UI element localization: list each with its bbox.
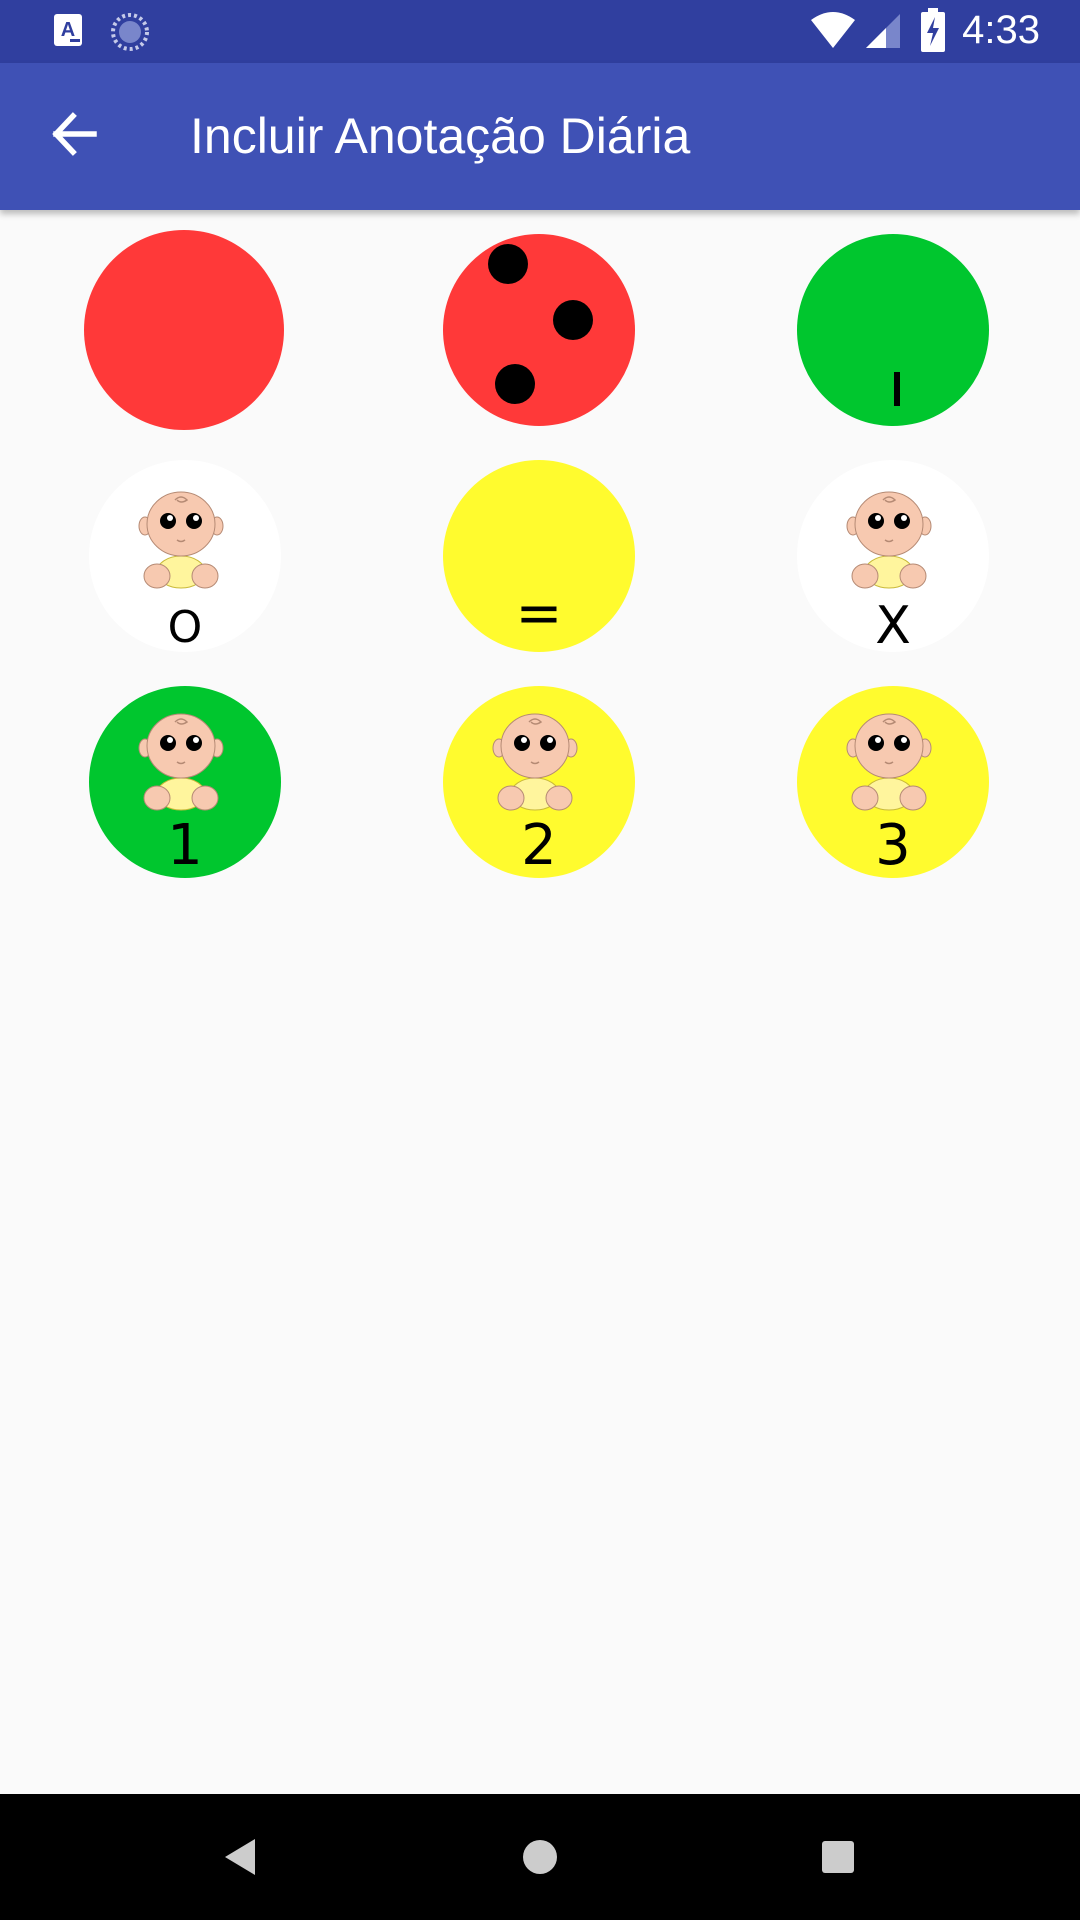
- cell-red-dots[interactable]: [443, 234, 635, 426]
- baby-icon: [138, 491, 224, 589]
- sync-notification-icon: [111, 13, 149, 51]
- page-title: Incluir Anotação Diária: [190, 108, 691, 164]
- nav-home-circle-icon[interactable]: [505, 1822, 575, 1892]
- baby-icon: [492, 713, 578, 811]
- nav-recents-square-icon[interactable]: [803, 1822, 873, 1892]
- arrow-back-icon[interactable]: [40, 99, 110, 169]
- cell-label-2: 2: [521, 813, 557, 878]
- system-nav-bar: [0, 1794, 1080, 1920]
- battery-charging-icon: [921, 8, 945, 52]
- svg-text:A: A: [61, 19, 75, 41]
- clock-time: 4:33: [962, 8, 1040, 52]
- baby-icon: [846, 491, 932, 589]
- cell-signal-icon: [866, 14, 900, 48]
- status-bar: A 4:33: [0, 0, 1080, 63]
- cell-green-1[interactable]: 1: [89, 686, 281, 878]
- cell-label-x: X: [875, 596, 911, 652]
- dot-1: [488, 244, 528, 284]
- keyboard-notification-icon: A: [54, 14, 82, 46]
- cell-label-o: O: [167, 602, 203, 652]
- cell-yellow-2[interactable]: 2: [443, 686, 635, 878]
- baby-icon: [846, 713, 932, 811]
- nav-back-triangle-icon[interactable]: [207, 1822, 277, 1892]
- vertical-bar-mark: [894, 372, 900, 406]
- cell-white-o[interactable]: O: [89, 460, 281, 652]
- wifi-icon: [811, 12, 855, 48]
- cell-label-3: 3: [875, 813, 911, 878]
- dot-2: [553, 300, 593, 340]
- cell-green-bar[interactable]: [797, 234, 989, 426]
- cell-red-plain[interactable]: [84, 230, 284, 430]
- cell-yellow-equals[interactable]: =: [443, 460, 635, 652]
- cell-white-x[interactable]: X: [797, 460, 989, 652]
- baby-icon: [138, 713, 224, 811]
- cell-label-1: 1: [167, 813, 203, 878]
- cell-label-equals: =: [515, 581, 563, 646]
- app-bar: Incluir Anotação Diária: [0, 63, 1080, 210]
- dot-3: [495, 364, 535, 404]
- cell-yellow-3[interactable]: 3: [797, 686, 989, 878]
